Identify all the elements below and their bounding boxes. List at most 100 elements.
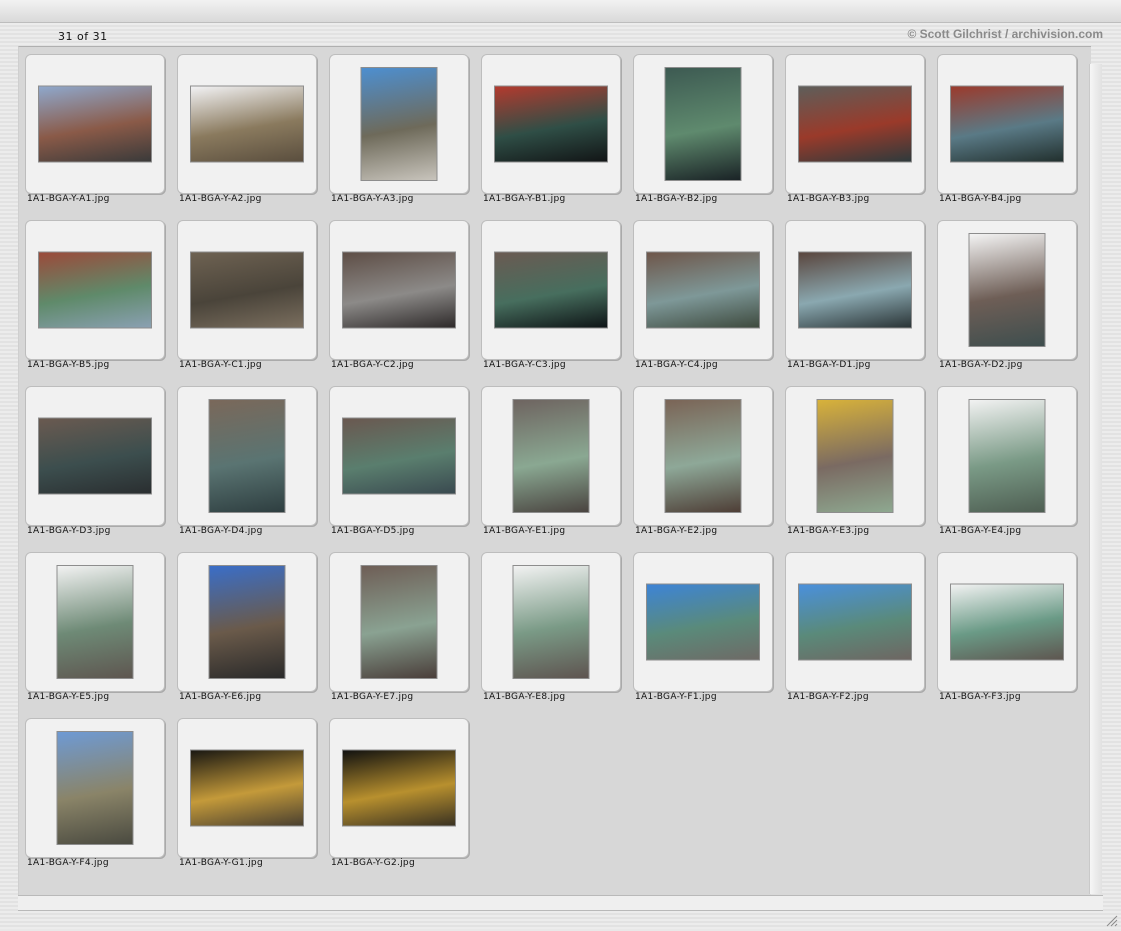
thumbnail-cell[interactable]: 1A1-BGA-Y-A1.jpg: [19, 47, 165, 207]
copyright-notice: © Scott Gilchrist / archivision.com: [907, 27, 1103, 41]
thumbnail-image[interactable]: [190, 749, 304, 827]
thumbnail-slide[interactable]: [177, 718, 317, 858]
thumbnail-cell[interactable]: 1A1-BGA-Y-D4.jpg: [171, 379, 317, 539]
thumbnail-image[interactable]: [950, 583, 1064, 661]
thumbnail-cell[interactable]: 1A1-BGA-Y-A3.jpg: [323, 47, 469, 207]
thumbnail-slide[interactable]: [937, 386, 1077, 526]
thumbnail-image[interactable]: [56, 565, 134, 679]
thumbnail-cell[interactable]: 1A1-BGA-Y-B2.jpg: [627, 47, 773, 207]
thumbnail-slide[interactable]: [785, 54, 925, 194]
thumbnail-image[interactable]: [798, 583, 912, 661]
thumbnail-slide[interactable]: [937, 552, 1077, 692]
thumbnail-image[interactable]: [56, 731, 134, 845]
thumbnail-image[interactable]: [798, 85, 912, 163]
thumbnail-slide[interactable]: [329, 718, 469, 858]
thumbnail-cell[interactable]: 1A1-BGA-Y-D1.jpg: [779, 213, 925, 373]
thumbnail-slide[interactable]: [177, 386, 317, 526]
thumbnail-slide[interactable]: [25, 386, 165, 526]
thumbnail-image[interactable]: [38, 251, 152, 329]
thumbnail-slide[interactable]: [785, 220, 925, 360]
thumbnail-cell[interactable]: 1A1-BGA-Y-E7.jpg: [323, 545, 469, 705]
thumbnail-image[interactable]: [512, 565, 590, 679]
thumbnail-image[interactable]: [646, 251, 760, 329]
thumbnail-cell[interactable]: 1A1-BGA-Y-B5.jpg: [19, 213, 165, 373]
thumbnail-cell[interactable]: 1A1-BGA-Y-D5.jpg: [323, 379, 469, 539]
thumbnail-slide[interactable]: [785, 552, 925, 692]
thumbnail-cell[interactable]: 1A1-BGA-Y-F4.jpg: [19, 711, 165, 871]
thumbnail-slide[interactable]: [481, 54, 621, 194]
thumbnail-cell[interactable]: 1A1-BGA-Y-D3.jpg: [19, 379, 165, 539]
thumbnail-slide[interactable]: [25, 552, 165, 692]
thumbnail-cell[interactable]: 1A1-BGA-Y-E1.jpg: [475, 379, 621, 539]
thumbnail-cell[interactable]: 1A1-BGA-Y-C1.jpg: [171, 213, 317, 373]
thumbnail-image[interactable]: [968, 233, 1046, 347]
thumbnail-slide[interactable]: [633, 220, 773, 360]
thumbnail-slide[interactable]: [633, 386, 773, 526]
thumbnail-cell[interactable]: 1A1-BGA-Y-E3.jpg: [779, 379, 925, 539]
thumbnail-cell[interactable]: 1A1-BGA-Y-B1.jpg: [475, 47, 621, 207]
thumbnail-image[interactable]: [190, 251, 304, 329]
thumbnail-cell[interactable]: 1A1-BGA-Y-C4.jpg: [627, 213, 773, 373]
thumbnail-slide[interactable]: [329, 220, 469, 360]
thumbnail-image[interactable]: [664, 399, 742, 513]
thumbnail-image[interactable]: [342, 749, 456, 827]
thumbnail-image[interactable]: [950, 85, 1064, 163]
thumbnail-slide[interactable]: [177, 54, 317, 194]
thumbnail-cell[interactable]: 1A1-BGA-Y-D2.jpg: [931, 213, 1077, 373]
thumbnail-image[interactable]: [208, 399, 286, 513]
thumbnail-image[interactable]: [38, 417, 152, 495]
thumbnail-slide[interactable]: [329, 54, 469, 194]
thumbnail-image[interactable]: [798, 251, 912, 329]
thumbnail-slide[interactable]: [177, 552, 317, 692]
thumbnail-slide[interactable]: [481, 220, 621, 360]
thumbnail-image[interactable]: [494, 251, 608, 329]
thumbnail-cell[interactable]: 1A1-BGA-Y-G1.jpg: [171, 711, 317, 871]
vertical-scrollbar[interactable]: [1089, 64, 1102, 894]
thumbnail-slide[interactable]: [329, 552, 469, 692]
thumbnail-image[interactable]: [360, 67, 438, 181]
thumbnail-cell[interactable]: 1A1-BGA-Y-E2.jpg: [627, 379, 773, 539]
thumbnail-cell[interactable]: 1A1-BGA-Y-F1.jpg: [627, 545, 773, 705]
thumbnail-filename: 1A1-BGA-Y-D4.jpg: [179, 526, 263, 536]
horizontal-scrollbar[interactable]: [18, 895, 1103, 911]
thumbnail-cell[interactable]: 1A1-BGA-Y-B3.jpg: [779, 47, 925, 207]
thumbnail-filename: 1A1-BGA-Y-A1.jpg: [27, 194, 110, 204]
thumbnail-slide[interactable]: [25, 220, 165, 360]
thumbnail-cell[interactable]: 1A1-BGA-Y-G2.jpg: [323, 711, 469, 871]
thumbnail-image[interactable]: [646, 583, 760, 661]
resize-grip-icon[interactable]: [1104, 912, 1118, 927]
thumbnail-cell[interactable]: 1A1-BGA-Y-C3.jpg: [475, 213, 621, 373]
thumbnail-cell[interactable]: 1A1-BGA-Y-C2.jpg: [323, 213, 469, 373]
thumbnail-image[interactable]: [360, 565, 438, 679]
thumbnail-cell[interactable]: 1A1-BGA-Y-F3.jpg: [931, 545, 1077, 705]
thumbnail-cell[interactable]: 1A1-BGA-Y-A2.jpg: [171, 47, 317, 207]
thumbnail-slide[interactable]: [481, 552, 621, 692]
thumbnail-cell[interactable]: 1A1-BGA-Y-B4.jpg: [931, 47, 1077, 207]
thumbnail-cell[interactable]: 1A1-BGA-Y-E5.jpg: [19, 545, 165, 705]
thumbnail-cell[interactable]: 1A1-BGA-Y-E8.jpg: [475, 545, 621, 705]
thumbnail-slide[interactable]: [633, 552, 773, 692]
thumbnail-slide[interactable]: [25, 718, 165, 858]
thumbnail-image[interactable]: [38, 85, 152, 163]
thumbnail-image[interactable]: [190, 85, 304, 163]
thumbnail-slide[interactable]: [785, 386, 925, 526]
thumbnail-filename: 1A1-BGA-Y-E8.jpg: [483, 692, 566, 702]
thumbnail-image[interactable]: [968, 399, 1046, 513]
thumbnail-image[interactable]: [664, 67, 742, 181]
thumbnail-slide[interactable]: [329, 386, 469, 526]
thumbnail-image[interactable]: [208, 565, 286, 679]
thumbnail-cell[interactable]: 1A1-BGA-Y-E4.jpg: [931, 379, 1077, 539]
thumbnail-cell[interactable]: 1A1-BGA-Y-F2.jpg: [779, 545, 925, 705]
thumbnail-slide[interactable]: [937, 54, 1077, 194]
thumbnail-image[interactable]: [494, 85, 608, 163]
thumbnail-slide[interactable]: [25, 54, 165, 194]
thumbnail-image[interactable]: [342, 417, 456, 495]
thumbnail-slide[interactable]: [481, 386, 621, 526]
thumbnail-slide[interactable]: [633, 54, 773, 194]
thumbnail-image[interactable]: [342, 251, 456, 329]
thumbnail-cell[interactable]: 1A1-BGA-Y-E6.jpg: [171, 545, 317, 705]
thumbnail-image[interactable]: [512, 399, 590, 513]
thumbnail-image[interactable]: [816, 399, 894, 513]
thumbnail-slide[interactable]: [177, 220, 317, 360]
thumbnail-slide[interactable]: [937, 220, 1077, 360]
